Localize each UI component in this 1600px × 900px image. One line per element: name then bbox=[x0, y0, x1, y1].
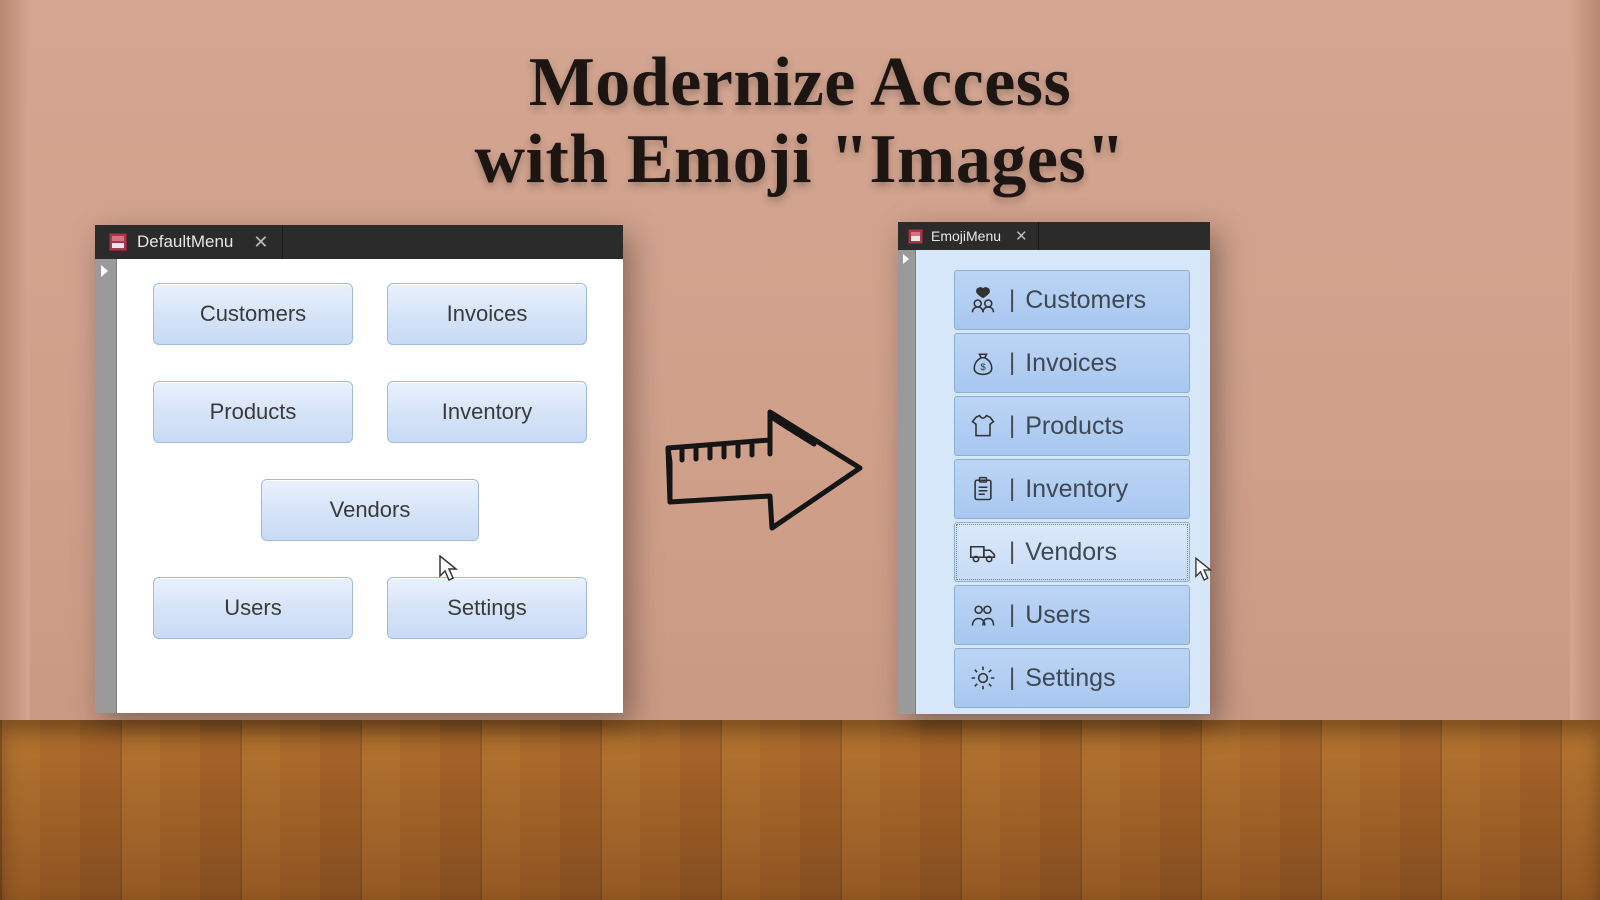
record-selector-caret-icon bbox=[903, 254, 909, 264]
products-button-label: Products bbox=[210, 399, 297, 425]
vendors-button[interactable]: Vendors bbox=[261, 479, 479, 541]
emoji-row-settings[interactable]: | Settings bbox=[954, 648, 1190, 708]
emoji-row-label: Users bbox=[1025, 601, 1090, 630]
customers-button-label: Customers bbox=[200, 301, 306, 327]
money-bag-icon: $ bbox=[967, 349, 999, 377]
transition-arrow-icon bbox=[660, 400, 870, 540]
inventory-button-label: Inventory bbox=[442, 399, 533, 425]
close-icon[interactable]: ✕ bbox=[253, 232, 268, 253]
svg-text:$: $ bbox=[980, 362, 986, 373]
emoji-tab-title: EmojiMenu bbox=[931, 228, 1001, 244]
emoji-row-label: Products bbox=[1025, 412, 1124, 441]
separator: | bbox=[1009, 349, 1015, 377]
access-form-icon bbox=[109, 233, 127, 251]
couple-heart-icon bbox=[967, 286, 999, 314]
emoji-form-body: | Customers $ | Invoices | Products bbox=[916, 250, 1210, 714]
slide-title-line1: Modernize Access bbox=[529, 44, 1072, 121]
settings-button[interactable]: Settings bbox=[387, 577, 587, 639]
separator: | bbox=[1009, 412, 1015, 440]
close-icon[interactable]: ✕ bbox=[1015, 227, 1028, 245]
inventory-button[interactable]: Inventory bbox=[387, 381, 587, 443]
invoices-button[interactable]: Invoices bbox=[387, 283, 587, 345]
emoji-row-invoices[interactable]: $ | Invoices bbox=[954, 333, 1190, 393]
slide-title: Modernize Access with Emoji "Images" bbox=[0, 44, 1600, 198]
truck-icon bbox=[967, 538, 999, 566]
slide-title-line2: with Emoji "Images" bbox=[474, 121, 1125, 198]
emoji-row-label: Settings bbox=[1025, 664, 1115, 693]
emoji-record-selector-bar[interactable] bbox=[898, 250, 916, 714]
users-button[interactable]: Users bbox=[153, 577, 353, 639]
window-emoji-menu: EmojiMenu ✕ | Customers $ bbox=[898, 222, 1210, 714]
invoices-button-label: Invoices bbox=[447, 301, 528, 327]
emoji-row-label: Customers bbox=[1025, 286, 1146, 315]
emoji-menu-list: | Customers $ | Invoices | Products bbox=[954, 270, 1190, 711]
access-form-icon bbox=[908, 229, 923, 244]
default-tabbar: DefaultMenu ✕ bbox=[95, 225, 623, 259]
floor bbox=[0, 720, 1600, 900]
customers-button[interactable]: Customers bbox=[153, 283, 353, 345]
separator: | bbox=[1009, 664, 1015, 692]
emoji-tab[interactable]: EmojiMenu ✕ bbox=[898, 222, 1039, 250]
default-tab-title: DefaultMenu bbox=[137, 232, 233, 252]
separator: | bbox=[1009, 538, 1015, 566]
emoji-row-users[interactable]: | Users bbox=[954, 585, 1190, 645]
clipboard-icon bbox=[967, 475, 999, 503]
default-tab[interactable]: DefaultMenu ✕ bbox=[95, 225, 283, 259]
separator: | bbox=[1009, 286, 1015, 314]
emoji-row-customers[interactable]: | Customers bbox=[954, 270, 1190, 330]
vendors-button-label: Vendors bbox=[330, 497, 411, 523]
users-button-label: Users bbox=[224, 595, 281, 621]
record-selector-caret-icon bbox=[101, 265, 108, 277]
emoji-row-label: Vendors bbox=[1025, 538, 1117, 567]
default-form-body: Customers Invoices Products Inventory Ve… bbox=[117, 259, 623, 713]
emoji-row-label: Inventory bbox=[1025, 475, 1128, 504]
products-button[interactable]: Products bbox=[153, 381, 353, 443]
emoji-row-label: Invoices bbox=[1025, 349, 1117, 378]
emoji-row-inventory[interactable]: | Inventory bbox=[954, 459, 1190, 519]
emoji-row-products[interactable]: | Products bbox=[954, 396, 1190, 456]
separator: | bbox=[1009, 601, 1015, 629]
slide-stage: Modernize Access with Emoji "Images" Def… bbox=[0, 0, 1600, 900]
default-record-selector-bar[interactable] bbox=[95, 259, 117, 713]
window-default-menu: DefaultMenu ✕ Customers Invoices Product… bbox=[95, 225, 623, 713]
people-icon bbox=[967, 601, 999, 629]
emoji-tabbar: EmojiMenu ✕ bbox=[898, 222, 1210, 250]
tshirt-icon bbox=[967, 412, 999, 440]
separator: | bbox=[1009, 475, 1015, 503]
settings-button-label: Settings bbox=[447, 595, 527, 621]
emoji-row-vendors[interactable]: | Vendors bbox=[954, 522, 1190, 582]
gear-icon bbox=[967, 664, 999, 692]
